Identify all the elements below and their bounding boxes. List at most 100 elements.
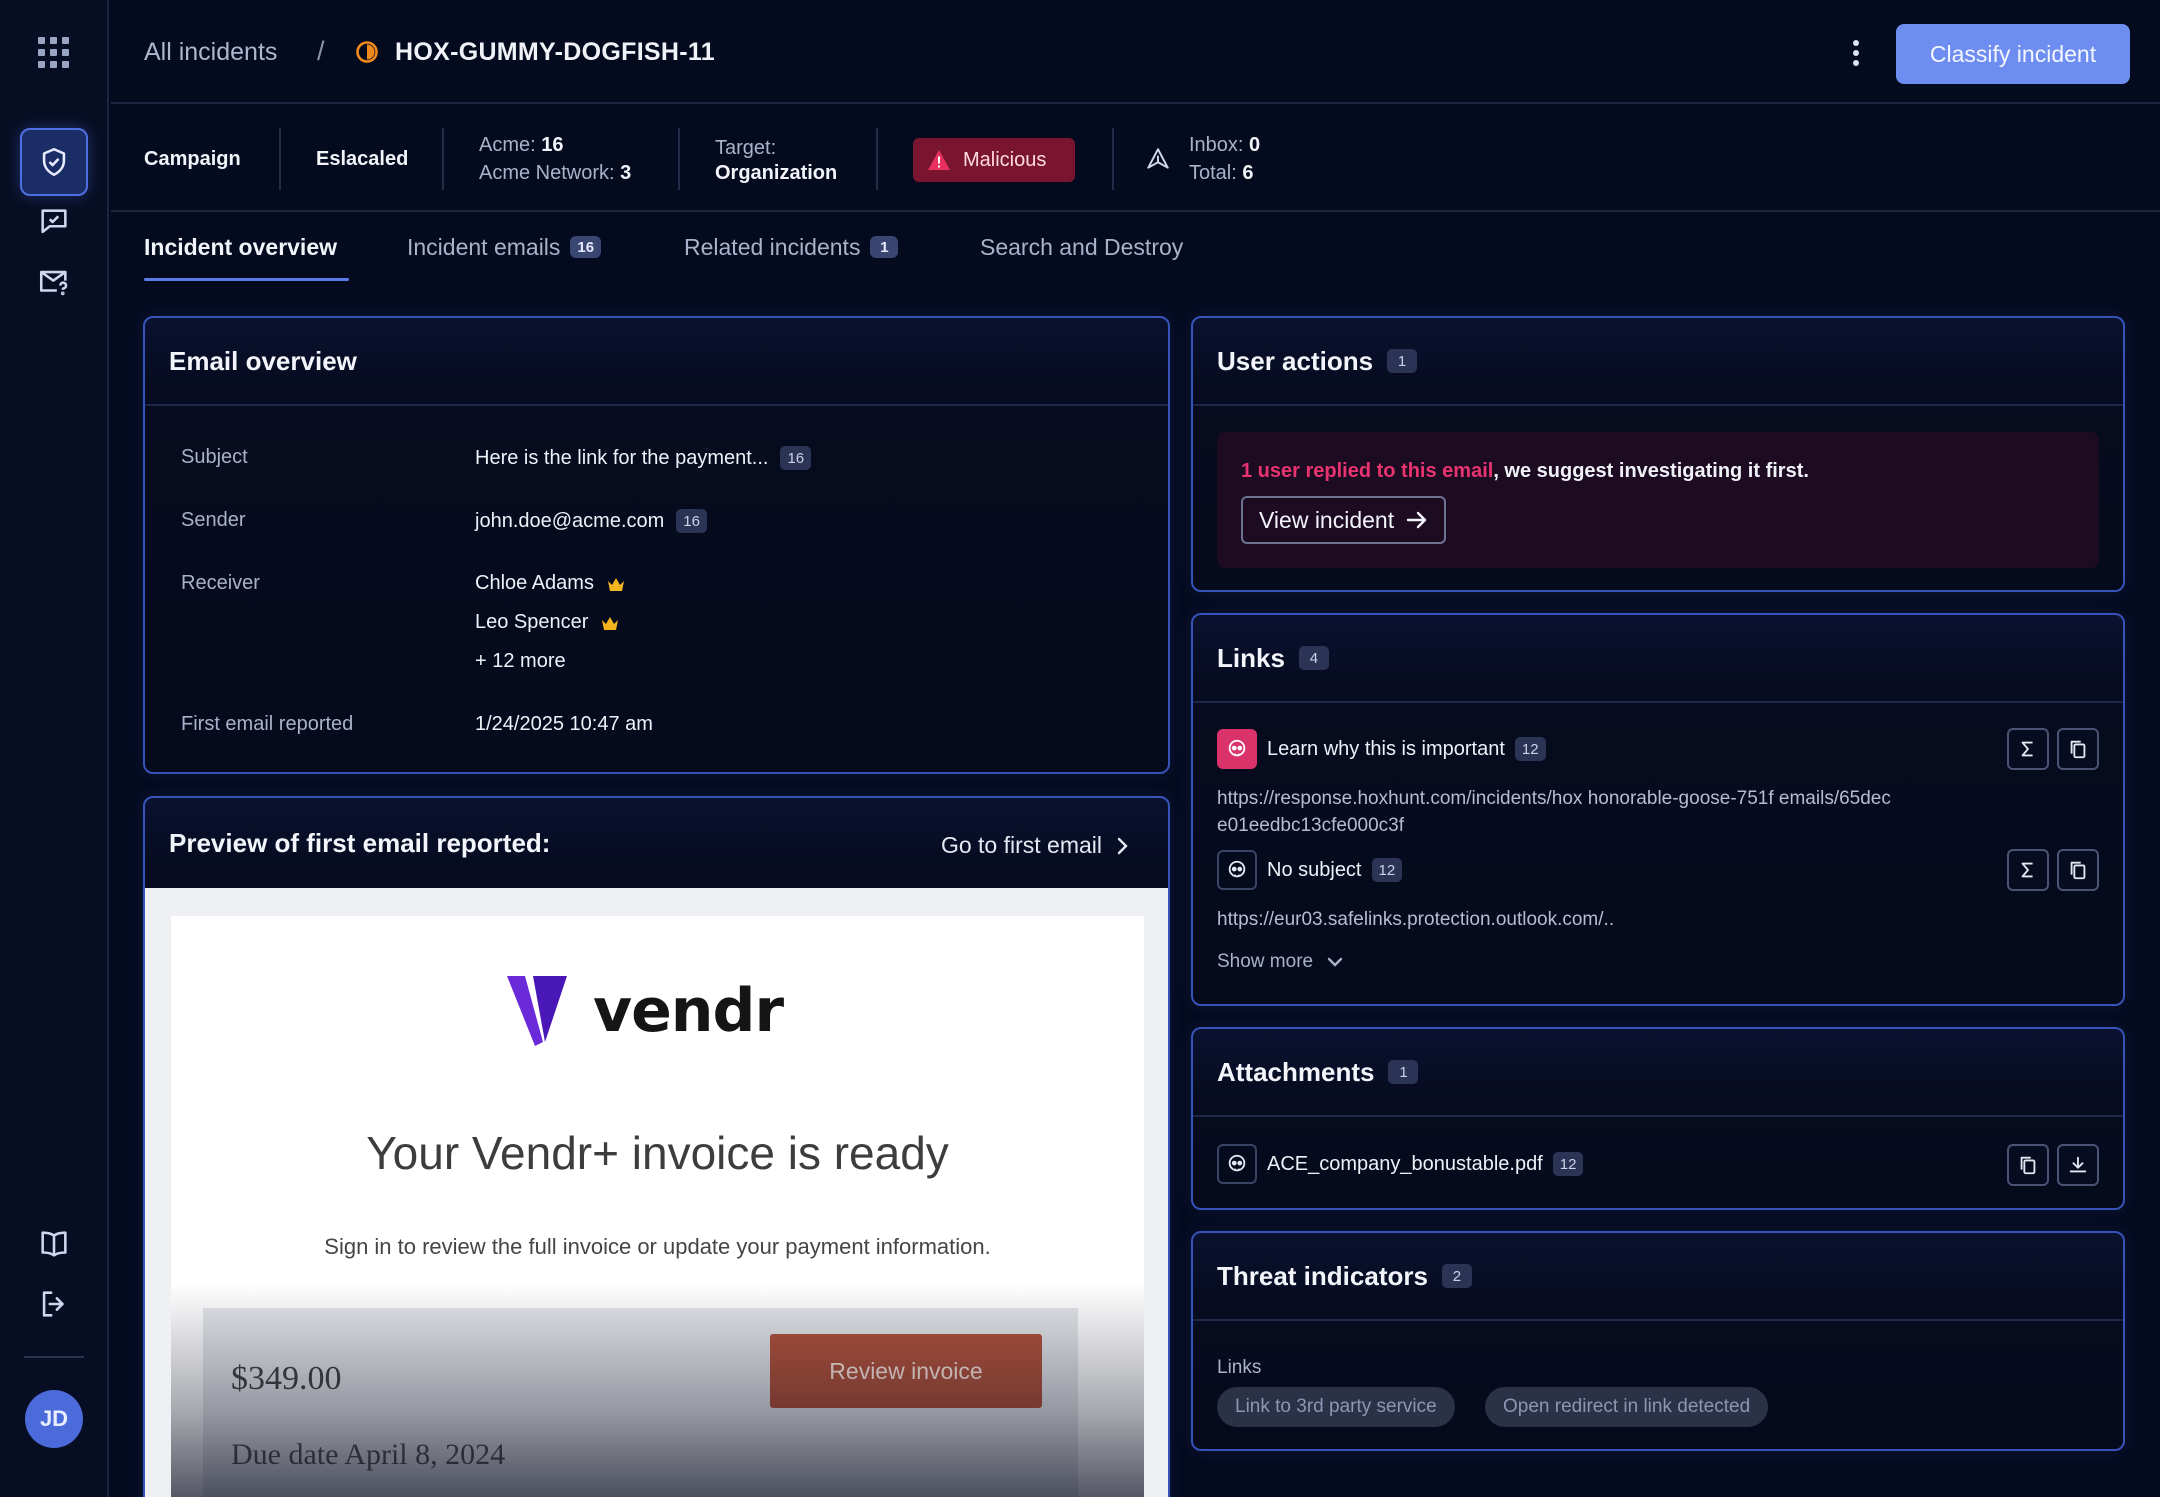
inbox-label: Inbox: (1189, 134, 1244, 156)
count-badge: 2 (1441, 1264, 1472, 1288)
panel-header: Threat indicators 2 (1193, 1233, 2123, 1321)
tab-label: Incident overview (144, 233, 338, 260)
classify-incident-button[interactable]: Classify incident (1896, 24, 2130, 84)
crown-icon (607, 577, 624, 591)
malicious-badge: Malicious (913, 138, 1075, 182)
panel-title: User actions (1217, 345, 1374, 376)
email-subline: Sign in to review the full invoice or up… (324, 1234, 991, 1259)
app-grid-icon[interactable] (38, 37, 70, 69)
panel-header: Attachments 1 (1193, 1029, 2123, 1117)
receiver-name: Leo Spencer (475, 611, 589, 633)
tab-search-and-destroy[interactable]: Search and Destroy (980, 232, 1183, 262)
email-preview-panel: Preview of first email reported: Go to f… (143, 796, 1170, 1497)
mail-question-icon (39, 270, 68, 296)
copy-icon[interactable] (2057, 728, 2099, 770)
copy-icon[interactable] (2007, 1144, 2049, 1186)
threat-chip: Link to 3rd party service (1217, 1387, 1455, 1427)
sidebar-item-email-questions[interactable] (20, 248, 88, 316)
alert-rest: , we suggest investigating it first. (1493, 460, 1809, 482)
reply-alert: 1 user replied to this email, we suggest… (1217, 432, 2099, 568)
malicious-label: Malicious (963, 148, 1047, 171)
target-value: Organization (715, 161, 838, 184)
panel-title: Email overview (169, 345, 357, 376)
count-badge: 1 (1388, 1060, 1419, 1084)
link-url: https://response.hoxhunt.com/incidents/h… (1217, 788, 1891, 836)
breadcrumb-all-incidents[interactable]: All incidents (144, 38, 277, 67)
show-more-button[interactable]: Show more (1217, 951, 1343, 973)
receiver-item: Leo Spencer (475, 611, 620, 634)
count-badge: 12 (1514, 737, 1546, 761)
attachment-filename: ACE_company_bonustable.pdf (1267, 1152, 1543, 1175)
tab-related-incidents[interactable]: Related incidents 1 (684, 232, 899, 262)
target-info: Target: Organization (715, 106, 837, 212)
send-icon (1147, 148, 1169, 169)
sum-icon[interactable] (2007, 849, 2049, 891)
copy-icon[interactable] (2057, 849, 2099, 891)
logout-icon (42, 1291, 64, 1317)
sidebar-item-docs[interactable] (20, 1210, 88, 1278)
crown-icon (602, 616, 619, 630)
total-label: Total: (1189, 162, 1237, 184)
sum-icon[interactable] (2007, 728, 2049, 770)
receiver-item: Chloe Adams (475, 572, 626, 595)
link-label: No subject (1267, 858, 1362, 881)
link-item[interactable]: No subject 12 (1217, 850, 1403, 890)
threat-chip: Open redirect in link detected (1485, 1387, 1769, 1427)
attachment-item[interactable]: ACE_company_bonustable.pdf 12 (1217, 1144, 1584, 1184)
escalated-label: Eslacaled (316, 147, 409, 170)
link-item[interactable]: Learn why this is important 12 (1217, 729, 1546, 769)
campaign-label: Campaign (144, 147, 241, 170)
button-label: View incident (1259, 506, 1395, 533)
skull-icon (1217, 729, 1257, 769)
inbox-count: 0 (1249, 134, 1261, 156)
acme-network-count: 3 (620, 162, 632, 184)
view-incident-button[interactable]: View incident (1241, 496, 1447, 544)
more-receivers-link[interactable]: + 12 more (475, 650, 566, 673)
invoice-amount: $349.00 (231, 1360, 342, 1397)
link-url: https://eur03.safelinks.protection.outlo… (1217, 909, 1615, 930)
go-to-first-email-link[interactable]: Go to first email (941, 832, 1128, 859)
sidebar-item-incidents[interactable] (20, 128, 88, 196)
chevron-down-icon (1327, 957, 1343, 967)
tab-incident-emails[interactable]: Incident emails 16 (407, 232, 602, 262)
count-badge: 12 (1371, 858, 1403, 882)
attachments-panel: Attachments 1 ACE_company_bonustable.pdf… (1191, 1027, 2125, 1210)
subject-text: Here is the link for the payment... (475, 446, 769, 469)
divider (876, 128, 878, 190)
chat-check-icon (41, 209, 67, 234)
more-options-icon[interactable] (1846, 38, 1866, 68)
tab-incident-overview[interactable]: Incident overview (144, 232, 337, 262)
panel-title: Links (1217, 642, 1285, 673)
divider (442, 128, 444, 190)
panel-header: Links 4 (1193, 615, 2123, 703)
sidebar-item-reviews[interactable] (20, 188, 88, 256)
incident-meta-bar: Campaign Eslacaled Acme: 16 Acme Network… (111, 106, 2160, 212)
receiver-name: Chloe Adams (475, 572, 594, 594)
email-render-frame: vendr Your Vendr+ invoice is ready Sign … (145, 888, 1168, 1497)
link-label: Go to first email (940, 832, 1102, 858)
target-label: Target: (715, 136, 777, 159)
user-actions-panel: User actions 1 1 user replied to this em… (1191, 316, 2125, 592)
half-circle-status-icon (356, 41, 378, 63)
count-badge: 16 (676, 509, 707, 533)
first-reported-value: 1/24/2025 10:47 am (475, 713, 653, 735)
subject-label: Subject (181, 446, 248, 468)
org-counts: Acme: 16 Acme Network: 3 (479, 106, 631, 212)
link-actions (2007, 728, 2099, 770)
chevron-right-icon (1117, 837, 1128, 854)
sidebar-divider (24, 1356, 84, 1358)
download-icon[interactable] (2057, 1144, 2099, 1186)
sidebar-item-logout[interactable] (20, 1270, 88, 1338)
threat-section-label: Links (1217, 1357, 1262, 1378)
link-actions (2007, 849, 2099, 891)
alert-text: 1 user replied to this email, we suggest… (1241, 460, 1809, 483)
divider (678, 128, 680, 190)
avatar[interactable]: JD (25, 1390, 83, 1448)
sender-value: john.doe@acme.com 16 (475, 509, 707, 533)
vendr-v-mark-icon (507, 976, 567, 1046)
invoice-due-date: Due date April 8, 2024 (231, 1438, 506, 1471)
review-invoice-button: Review invoice (770, 1334, 1042, 1408)
panel-header: Email overview (145, 318, 1168, 406)
sidebar: JD (0, 0, 109, 1497)
acme-network-label: Acme Network: (479, 162, 615, 184)
